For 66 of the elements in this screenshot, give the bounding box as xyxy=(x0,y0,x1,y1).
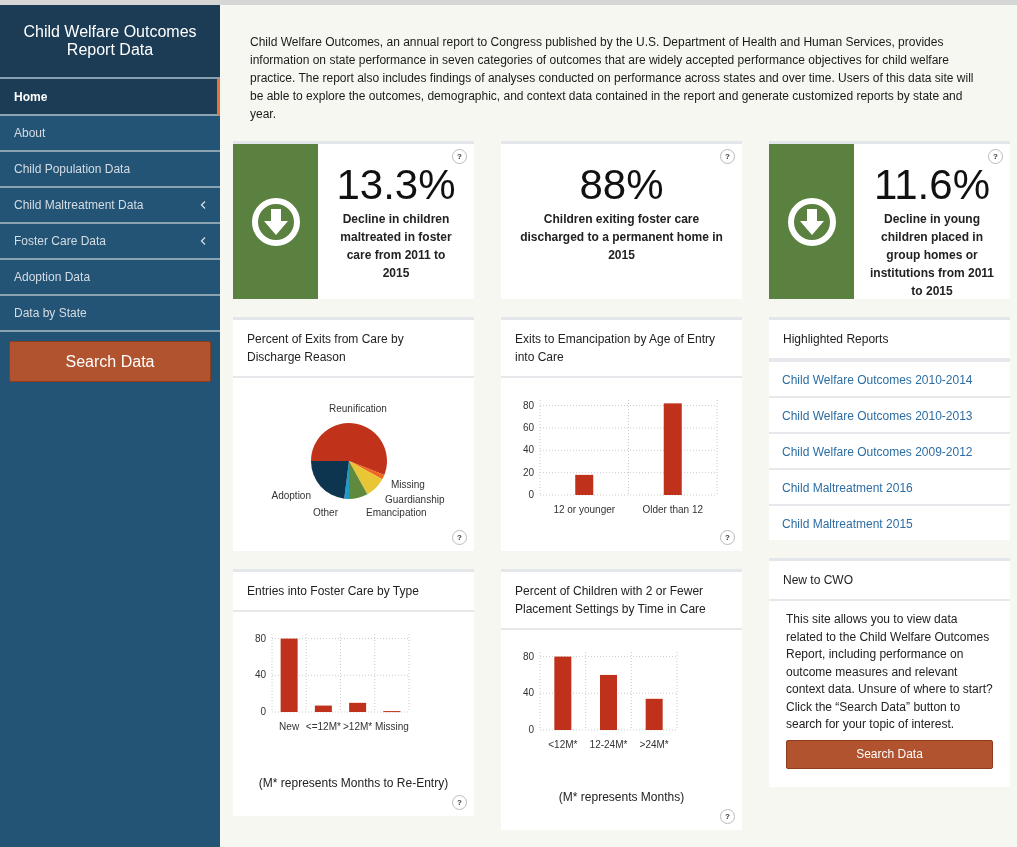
card-title: New to CWO xyxy=(769,561,1010,601)
down-arrow-circle-icon xyxy=(249,195,302,248)
stat-value: 88% xyxy=(579,162,664,208)
report-link[interactable]: Child Welfare Outcomes 2010-2013 xyxy=(769,396,1010,432)
category-label: 12-24M* xyxy=(589,739,628,750)
help-button[interactable]: ? xyxy=(720,809,735,824)
slice-label: Guardianship xyxy=(385,494,445,505)
category-label: Older than 12 xyxy=(642,504,704,515)
chart-note: (M* represents Months to Re-Entry) xyxy=(257,776,450,790)
category-label: 12 or younger xyxy=(553,504,616,515)
axis-tick-label: 60 xyxy=(522,421,534,433)
axis-tick-label: 40 xyxy=(522,687,534,699)
axis-tick-label: 0 xyxy=(528,724,534,735)
stat-value: 11.6% xyxy=(874,162,990,208)
report-link[interactable]: Child Maltreatment 2016 xyxy=(769,468,1010,504)
category-label: New xyxy=(279,721,300,732)
help-button[interactable]: ? xyxy=(720,149,735,164)
report-link[interactable]: Child Maltreatment 2015 xyxy=(769,504,1010,540)
category-label: Missing xyxy=(374,721,409,732)
help-button[interactable]: ? xyxy=(720,530,735,545)
chart-title: Percent of Exits from Care by Discharge Reason xyxy=(233,320,474,378)
sidebar-item[interactable]: Child Maltreatment Data xyxy=(0,188,220,224)
stat-caption: Decline in children maltreated in foster care from 2011 to 2015 xyxy=(339,211,453,282)
slice-label: Reunification xyxy=(329,403,387,414)
help-button[interactable]: ? xyxy=(988,149,1003,164)
chart-note: (M* represents Months) xyxy=(557,790,686,804)
info-text: This site allows you to view data related to the Child Welfare Outcomes Report, including performance on outcome measures and relevant context data. Unsure of where to start? Click the “Search Data” button to search for your topic of interest. xyxy=(785,611,994,733)
help-button[interactable]: ? xyxy=(452,530,467,545)
search-data-button[interactable]: Search Data xyxy=(786,739,993,769)
category-label: <12M* xyxy=(548,739,578,750)
axis-tick-label: 0 xyxy=(260,706,266,717)
category-label: <=12M* xyxy=(305,721,341,732)
slice-label: Missing xyxy=(391,479,425,490)
sidebar-item[interactable]: About xyxy=(0,116,220,152)
sidebar-item[interactable]: Data by State xyxy=(0,296,220,332)
sidebar-item[interactable]: Adoption Data xyxy=(0,260,220,296)
slice-label: Other xyxy=(313,507,338,518)
chart-title: Entries into Foster Care by Type xyxy=(233,572,474,612)
card-title: Highlighted Reports xyxy=(769,320,1010,360)
category-label: >24M* xyxy=(639,739,669,750)
axis-tick-label: 80 xyxy=(522,399,534,411)
intro-paragraph: Child Welfare Outcomes, an annual report to Congress published by the U.S. Department of Health and Human Services, provides information on state performance in seven categories of outcomes that are widely accepted performance objectives for child welfare practice. The report also includes findings of analyses conducted on performance across states and over time. Users of this data site will be able to explore the outcomes, demographic, and context data contained in the report and generate customized reports by state and year. xyxy=(250,34,975,123)
chart-title: Exits to Emancipation by Age of Entry into Care xyxy=(501,320,742,378)
help-button[interactable]: ? xyxy=(452,149,467,164)
axis-tick-label: 20 xyxy=(522,466,534,478)
down-arrow-circle-icon xyxy=(785,195,838,248)
sidebar-item[interactable]: Home xyxy=(0,79,220,116)
search-data-button[interactable]: Search Data xyxy=(9,341,211,382)
axis-tick-label: 0 xyxy=(528,489,534,500)
stat-caption: Children exiting foster care discharged to a permanent home in 2015 xyxy=(519,211,724,264)
sidebar-item[interactable]: Foster Care Data xyxy=(0,224,220,260)
slice-label: Adoption xyxy=(271,490,311,501)
help-button[interactable]: ? xyxy=(452,795,467,810)
axis-tick-label: 80 xyxy=(522,650,534,662)
report-link[interactable]: Child Welfare Outcomes 2009-2012 xyxy=(769,432,1010,468)
slice-label: Emancipation xyxy=(366,507,427,518)
site-title: Child Welfare Outcomes Report Data xyxy=(0,5,220,79)
axis-tick-label: 80 xyxy=(254,632,266,644)
chart-title: Percent of Children with 2 or Fewer Placement Settings by Time in Care xyxy=(501,572,742,630)
report-link[interactable]: Child Welfare Outcomes 2010-2014 xyxy=(769,360,1010,396)
sidebar-item[interactable]: Child Population Data xyxy=(0,152,220,188)
stat-caption: Decline in young children placed in group homes or institutions from 2011 to 2015 xyxy=(869,211,995,300)
stat-value: 13.3% xyxy=(336,162,456,208)
axis-tick-label: 40 xyxy=(254,669,266,681)
category-label: >12M* xyxy=(343,721,373,732)
axis-tick-label: 40 xyxy=(522,444,534,456)
